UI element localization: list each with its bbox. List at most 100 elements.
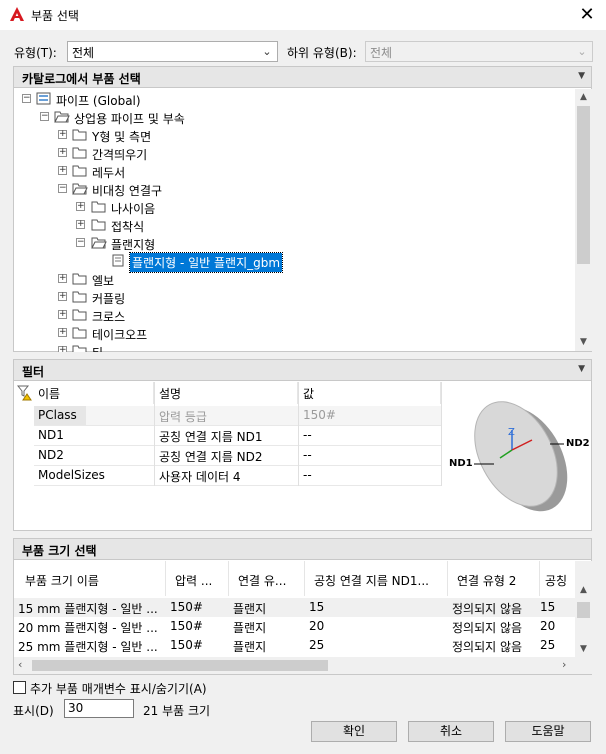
folder-icon (72, 327, 87, 339)
splitter-grip[interactable] (290, 352, 314, 361)
tree-item-elbow[interactable]: + 엘보 (14, 270, 574, 288)
filter-row[interactable]: ModelSizes 사용자 데이터 4 -- (34, 466, 441, 485)
folder-open-icon (72, 183, 88, 195)
column-header-connection-type-2[interactable]: 연결 유형 2 (448, 561, 540, 596)
column-header-connection-type[interactable]: 연결 유... (229, 561, 305, 596)
filter-value-cell[interactable]: -- (299, 466, 439, 485)
expand-icon[interactable]: + (58, 346, 67, 352)
scroll-up-icon[interactable]: ▲ (575, 582, 592, 599)
tree-item-takeoff[interactable]: + 테이크오프 (14, 324, 574, 342)
catalog-panel-header[interactable]: 카탈로그에서 부품 선택 ▼ (14, 67, 591, 88)
column-header-value[interactable]: 값 (299, 382, 441, 404)
column-header-size-name[interactable]: 부품 크기 이름 (14, 561, 166, 596)
cancel-button[interactable]: 취소 (408, 721, 494, 742)
nominal-cell: 20 (540, 619, 556, 633)
column-header-name[interactable]: 이름 (34, 382, 154, 404)
connection-type-2-cell: 정의되지 않음 (452, 640, 523, 654)
tree-item-wye[interactable]: + Y형 및 측면 (14, 126, 574, 144)
size-row[interactable]: 25 mm 플랜지형 - 일반 ... 150# 플랜지 25 정의되지 않음 … (14, 636, 575, 655)
folder-icon (91, 219, 106, 231)
tree-item-commercial-pipe[interactable]: − 상업용 파이프 및 부속 (14, 108, 574, 126)
filter-name-cell: ModelSizes (38, 468, 105, 482)
part-family-icon (112, 254, 124, 267)
preview-axis-z: Z (508, 427, 515, 438)
filter-value-cell[interactable]: 150# (299, 406, 439, 425)
tree-item-adhesive[interactable]: + 접착식 (14, 216, 574, 234)
column-header-nd1[interactable]: 공칭 연결 지름 ND1... (305, 561, 448, 596)
expand-icon[interactable]: + (58, 310, 67, 319)
window-title: 부품 선택 (31, 9, 79, 23)
filter-row[interactable]: ND2 공칭 연결 지름 ND2 -- (34, 446, 441, 465)
ok-button[interactable]: 확인 (311, 721, 397, 742)
tree-item-tee[interactable]: + 티 (14, 342, 574, 352)
catalog-scrollbar[interactable]: ▲ ▼ (575, 89, 592, 351)
tree-item-asymmetric-connector[interactable]: − 비대칭 연결구 (14, 180, 574, 198)
expand-icon[interactable]: + (58, 292, 67, 301)
tree-item-coupling[interactable]: + 커플링 (14, 288, 574, 306)
filter-value-cell[interactable]: -- (299, 446, 439, 465)
show-count-input[interactable]: 30 (64, 699, 134, 718)
collapse-icon[interactable]: − (40, 112, 49, 121)
tree-item-reducer[interactable]: + 레두서 (14, 162, 574, 180)
folder-icon (91, 201, 106, 213)
type-select[interactable]: 전체 ⌄ (67, 41, 278, 62)
tree-item-offset[interactable]: + 간격띄우기 (14, 144, 574, 162)
scroll-thumb[interactable] (32, 660, 328, 671)
scroll-down-icon[interactable]: ▼ (575, 334, 592, 351)
pressure-cell: 150# (170, 619, 203, 633)
expand-icon[interactable]: + (58, 148, 67, 157)
scroll-thumb[interactable] (577, 106, 590, 264)
filter-row[interactable]: PClass 압력 등급 150# (34, 406, 441, 425)
collapse-icon[interactable]: − (76, 238, 85, 247)
help-button[interactable]: 도움말 (505, 721, 591, 742)
scroll-up-icon[interactable]: ▲ (575, 89, 592, 106)
collapse-icon[interactable]: − (22, 94, 31, 103)
subtype-select[interactable]: 전체 ⌄ (365, 41, 593, 62)
tree-item-flanged[interactable]: − 플랜지형 (14, 234, 574, 252)
size-horizontal-scrollbar[interactable]: ‹ › (14, 657, 592, 674)
size-row[interactable]: 15 mm 플랜지형 - 일반 ... 150# 플랜지 15 정의되지 않음 … (14, 598, 575, 617)
filter-row[interactable]: ND1 공칭 연결 지름 ND1 -- (34, 426, 441, 445)
expand-icon[interactable]: + (76, 202, 85, 211)
pressure-cell: 150# (170, 600, 203, 614)
scroll-left-icon[interactable]: ‹ (18, 658, 22, 671)
close-icon[interactable]: ✕ (574, 2, 600, 28)
show-label: 표시(D) (13, 704, 54, 718)
column-header-pressure[interactable]: 압력 ... (166, 561, 229, 596)
expand-icon[interactable]: + (58, 328, 67, 337)
extra-params-checkbox[interactable] (13, 681, 26, 694)
size-vertical-scrollbar[interactable]: ▲ ▼ (575, 561, 592, 658)
folder-icon (72, 129, 87, 141)
tree-item-cross[interactable]: + 크로스 (14, 306, 574, 324)
nominal-cell: 15 (540, 600, 556, 614)
part-size-count: 21 부품 크기 (143, 704, 211, 718)
expand-icon[interactable]: + (58, 130, 67, 139)
scroll-down-icon[interactable]: ▼ (575, 641, 592, 658)
expand-icon[interactable]: + (76, 220, 85, 229)
collapse-caret-icon[interactable]: ▼ (578, 71, 585, 81)
tree-item-flanged-generic[interactable]: 플랜지형 - 일반 플랜지_gbm (14, 252, 574, 273)
catalog-header-title: 카탈로그에서 부품 선택 (22, 72, 141, 86)
preview-nd1-label: ND1 (449, 458, 473, 469)
scroll-right-icon[interactable]: › (562, 658, 566, 671)
tree-item-threaded[interactable]: + 나사이음 (14, 198, 574, 216)
scroll-thumb[interactable] (577, 602, 590, 618)
column-header-nominal[interactable]: 공칭 (540, 561, 575, 596)
collapse-caret-icon[interactable]: ▼ (578, 364, 585, 374)
folder-icon (72, 309, 87, 321)
filter-panel-header[interactable]: 필터 ▼ (14, 360, 591, 381)
connection-type-cell: 플랜지 (233, 621, 267, 635)
size-row[interactable]: 20 mm 플랜지형 - 일반 ... 150# 플랜지 20 정의되지 않음 … (14, 617, 575, 636)
tree-item-pipe-global[interactable]: − 파이프 (Global) (14, 90, 574, 108)
size-panel-header[interactable]: 부품 크기 선택 (14, 539, 591, 560)
expand-icon[interactable]: + (58, 274, 67, 283)
filter-desc-cell: 공칭 연결 지름 ND1 (159, 430, 263, 444)
collapse-icon[interactable]: − (58, 184, 67, 193)
expand-icon[interactable]: + (58, 166, 67, 175)
column-header-description[interactable]: 설명 (155, 382, 298, 404)
type-select-value: 전체 (72, 46, 95, 60)
type-label: 유형(T): (14, 46, 57, 60)
tree-item-label: 티 (90, 343, 105, 352)
filter-value-cell[interactable]: -- (299, 426, 439, 445)
nominal-cell: 25 (540, 638, 556, 652)
